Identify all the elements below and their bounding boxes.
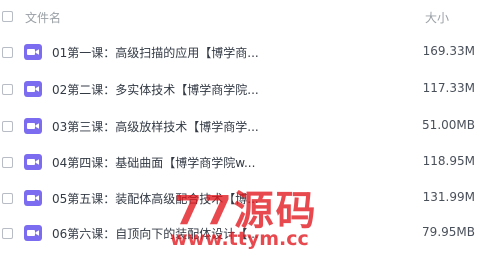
- video-file-icon: [24, 225, 42, 241]
- file-row[interactable]: 03第三课：高级放样技术【博学商学... 51.00MB: [0, 108, 487, 144]
- video-file-icon: [24, 154, 42, 170]
- file-name[interactable]: 01第一课：高级扫描的应用【博学商...: [52, 44, 282, 61]
- row-checkbox[interactable]: [2, 47, 13, 58]
- list-header: 文件名 大小: [0, 0, 487, 34]
- file-row[interactable]: 04第四课：基础曲面【博学商学院w... 118.95M: [0, 144, 487, 180]
- video-file-icon: [24, 190, 42, 206]
- column-header-name[interactable]: 文件名: [25, 9, 61, 26]
- file-name[interactable]: 06第六课：自顶向下的装配体设计【...: [52, 225, 282, 242]
- file-size: 118.95M: [422, 154, 475, 168]
- file-size: 169.33M: [422, 44, 475, 58]
- video-file-icon: [24, 118, 42, 134]
- file-name[interactable]: 02第二课：多实体技术【博学商学院...: [52, 81, 282, 98]
- row-checkbox[interactable]: [2, 157, 13, 168]
- row-checkbox[interactable]: [2, 84, 13, 95]
- file-size: 79.95MB: [422, 225, 475, 239]
- file-name[interactable]: 05第五课：装配体高级配合技术【博...: [52, 190, 282, 207]
- video-file-icon: [24, 44, 42, 60]
- file-row[interactable]: 06第六课：自顶向下的装配体设计【... 79.95MB: [0, 215, 487, 251]
- file-name[interactable]: 03第三课：高级放样技术【博学商学...: [52, 118, 282, 135]
- file-row[interactable]: 02第二课：多实体技术【博学商学院... 117.33M: [0, 71, 487, 107]
- file-size: 117.33M: [422, 81, 475, 95]
- video-file-icon: [24, 81, 42, 97]
- row-checkbox[interactable]: [2, 193, 13, 204]
- file-name[interactable]: 04第四课：基础曲面【博学商学院w...: [52, 154, 282, 171]
- file-size: 131.99M: [422, 190, 475, 204]
- file-list: 文件名 大小 01第一课：高级扫描的应用【博学商... 169.33M 02第二…: [0, 0, 487, 262]
- row-checkbox[interactable]: [2, 121, 13, 132]
- file-row[interactable]: 05第五课：装配体高级配合技术【博... 131.99M: [0, 180, 487, 216]
- file-size: 51.00MB: [422, 118, 475, 132]
- column-header-size[interactable]: 大小: [425, 9, 449, 26]
- file-row[interactable]: 01第一课：高级扫描的应用【博学商... 169.33M: [0, 34, 487, 70]
- row-checkbox[interactable]: [2, 228, 13, 239]
- select-all-checkbox[interactable]: [2, 11, 13, 22]
